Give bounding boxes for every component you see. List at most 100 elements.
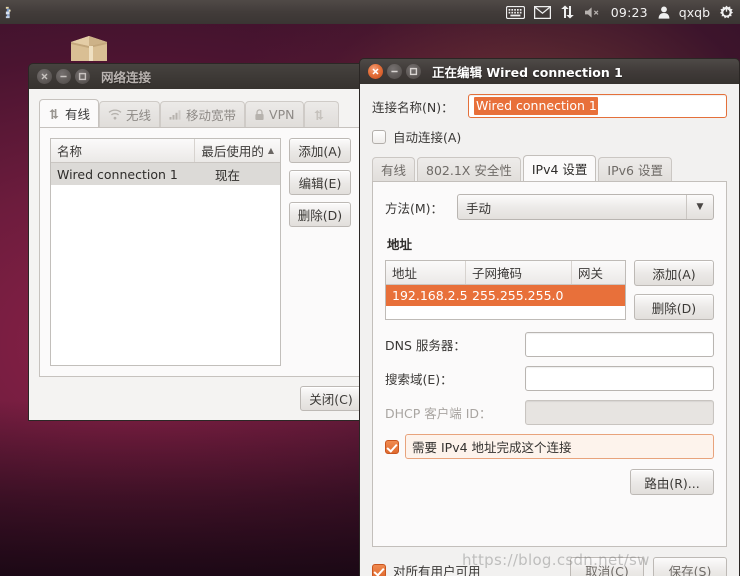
power-gear-icon[interactable] xyxy=(719,5,734,20)
cancel-button[interactable]: 取消(C) xyxy=(570,557,644,576)
dns-servers-label: DNS 服务器： xyxy=(385,338,466,353)
tab-mobile-broadband[interactable]: 移动宽带 xyxy=(160,101,246,127)
mail-icon[interactable] xyxy=(533,5,551,19)
maximize-icon[interactable] xyxy=(75,69,90,84)
connections-table-header: 名称 最后使用的 ▲ xyxy=(51,139,280,163)
edit-dialog-footer: 对所有用户可用 取消(C) 保存(S) xyxy=(372,547,727,576)
delete-address-button[interactable]: 删除(D) xyxy=(634,294,714,320)
row-connection-name: Wired connection 1 xyxy=(57,166,178,182)
table-row[interactable]: 192.168.2.5 255.255.255.0 xyxy=(386,285,625,306)
autoconnect-row[interactable]: 自动连接(A) xyxy=(372,127,727,146)
close-icon[interactable] xyxy=(368,64,383,79)
addresses-table-empty-area xyxy=(386,306,625,319)
autoconnect-checkbox[interactable] xyxy=(372,129,386,144)
require-ipv4-checkbox[interactable] xyxy=(385,439,399,454)
connection-name-label: 连接名称(N)： xyxy=(372,99,454,115)
tab-wired-label: 有线 xyxy=(65,107,91,122)
row-gateway[interactable] xyxy=(572,285,625,306)
tab-vpn-label: VPN xyxy=(269,107,295,122)
available-all-users-label: 对所有用户可用 xyxy=(393,564,481,576)
panel-username[interactable]: qxqb xyxy=(679,5,710,20)
network-window-body: 有线 无线 移动宽带 VPN 名称 最后使用的 ▲ Wired connecti… xyxy=(28,89,373,421)
tab-8021x-security[interactable]: 802.1X 安全性 xyxy=(417,157,521,181)
network-window-titlebar[interactable]: 网络连接 xyxy=(28,63,373,89)
tab-wireless-label: 无线 xyxy=(126,108,152,123)
edit-dialog-title: 正在编辑 Wired connection 1 xyxy=(432,65,623,80)
row-last-used: 现在 xyxy=(215,167,241,183)
row-address[interactable]: 192.168.2.5 xyxy=(386,285,468,306)
edit-connection-button[interactable]: 编辑(E) xyxy=(289,170,351,195)
add-connection-button[interactable]: 添加(A) xyxy=(289,138,351,163)
keyboard-icon[interactable] xyxy=(505,5,525,19)
search-domains-label: 搜索域(E)： xyxy=(385,372,453,387)
connections-table[interactable]: 名称 最后使用的 ▲ Wired connection 1 现在 xyxy=(50,138,281,366)
panel-clock[interactable]: 09:23 xyxy=(610,5,649,20)
panel-indicator-group: 09:23 qxqb xyxy=(505,5,734,20)
table-row[interactable]: Wired connection 1 现在 xyxy=(51,163,280,185)
require-ipv4-row[interactable]: 需要 IPv4 地址完成这个连接 xyxy=(385,434,714,459)
address-action-buttons: 添加(A) 删除(D) xyxy=(634,260,714,320)
connections-table-empty-area xyxy=(51,185,280,365)
network-window-footer: 关闭(C) xyxy=(39,377,362,411)
method-row: 方法(M)： 手动 ▼ xyxy=(385,194,714,220)
screen: 09:23 qxqb 网络连接 有线 无线 移动宽带 VPN 名称 最后使用的 … xyxy=(0,0,740,576)
method-dropdown[interactable]: 手动 ▼ xyxy=(457,194,714,220)
network-icon[interactable] xyxy=(560,5,575,19)
routes-row: 路由(R)... xyxy=(385,469,714,495)
require-ipv4-label: 需要 IPv4 地址完成这个连接 xyxy=(405,434,714,459)
row-netmask[interactable]: 255.255.255.0 xyxy=(466,285,572,306)
volume-muted-icon[interactable] xyxy=(584,6,601,19)
tab-wired[interactable]: 有线 xyxy=(39,99,100,127)
edit-connection-dialog: 正在编辑 Wired connection 1 连接名称(N)： Wired c… xyxy=(359,58,740,576)
column-header-last-used[interactable]: 最后使用的 ▲ xyxy=(195,139,280,162)
connection-name-row: 连接名称(N)： Wired connection 1 xyxy=(372,94,727,118)
connection-name-input[interactable]: Wired connection 1 xyxy=(468,94,727,118)
edit-dialog-body: 连接名称(N)： Wired connection 1 自动连接(A) 有线 8… xyxy=(359,84,740,576)
package-box-icon[interactable] xyxy=(68,33,110,63)
connection-name-value: Wired connection 1 xyxy=(474,97,598,115)
dns-servers-row: DNS 服务器： xyxy=(385,332,714,357)
minimize-icon[interactable] xyxy=(56,69,71,84)
available-all-users-checkbox[interactable] xyxy=(372,563,386,576)
close-icon[interactable] xyxy=(37,69,52,84)
delete-connection-button[interactable]: 删除(D) xyxy=(289,202,351,227)
bluefish-icon[interactable] xyxy=(4,5,19,20)
close-network-window-button[interactable]: 关闭(C) xyxy=(300,386,362,411)
panel-left-group xyxy=(4,5,19,20)
method-label: 方法(M)： xyxy=(385,200,444,216)
network-tabs: 有线 无线 移动宽带 VPN xyxy=(39,99,362,127)
user-avatar-icon[interactable] xyxy=(658,6,670,19)
tab-wireless[interactable]: 无线 xyxy=(99,101,161,127)
addresses-table[interactable]: 地址 子网掩码 网关 192.168.2.5 255.255.255.0 xyxy=(385,260,626,320)
edit-dialog-titlebar[interactable]: 正在编辑 Wired connection 1 xyxy=(359,58,740,84)
method-value: 手动 xyxy=(466,200,492,216)
network-tab-panel: 名称 最后使用的 ▲ Wired connection 1 现在 添加(A) 编… xyxy=(39,127,362,377)
add-address-button[interactable]: 添加(A) xyxy=(634,260,714,286)
chevron-down-icon: ▼ xyxy=(686,195,713,219)
tab-dsl[interactable] xyxy=(303,101,339,127)
routes-button[interactable]: 路由(R)... xyxy=(630,469,714,495)
save-button[interactable]: 保存(S) xyxy=(653,557,727,576)
column-header-gateway: 网关 xyxy=(578,266,604,281)
wifi-icon xyxy=(108,109,122,120)
lock-icon xyxy=(255,108,264,120)
dns-servers-input[interactable] xyxy=(525,332,714,357)
tab-ipv6-settings[interactable]: IPv6 设置 xyxy=(598,157,672,181)
top-panel: 09:23 qxqb xyxy=(0,0,740,24)
column-header-name[interactable]: 名称 xyxy=(51,139,196,162)
maximize-icon[interactable] xyxy=(406,64,421,79)
dhcp-client-id-label: DHCP 客户端 ID： xyxy=(385,406,492,421)
connection-action-buttons: 添加(A) 编辑(E) 删除(D) xyxy=(289,138,351,366)
minimize-icon[interactable] xyxy=(387,64,402,79)
network-connections-window: 网络连接 有线 无线 移动宽带 VPN 名称 最后使用的 ▲ Wired con… xyxy=(28,63,373,421)
tab-vpn[interactable]: VPN xyxy=(245,101,304,127)
tab-ipv4-settings[interactable]: IPv4 设置 xyxy=(522,155,597,181)
tab-wired-settings[interactable]: 有线 xyxy=(372,157,416,181)
addresses-table-header: 地址 子网掩码 网关 xyxy=(386,261,625,285)
dhcp-client-id-input xyxy=(525,400,714,425)
available-all-users-row[interactable]: 对所有用户可用 xyxy=(372,561,481,576)
column-header-last-used-label: 最后使用的 xyxy=(201,144,264,159)
dsl-icon xyxy=(313,109,323,120)
edit-dialog-tabs: 有线 802.1X 安全性 IPv4 设置 IPv6 设置 xyxy=(372,155,727,181)
search-domains-input[interactable] xyxy=(525,366,714,391)
